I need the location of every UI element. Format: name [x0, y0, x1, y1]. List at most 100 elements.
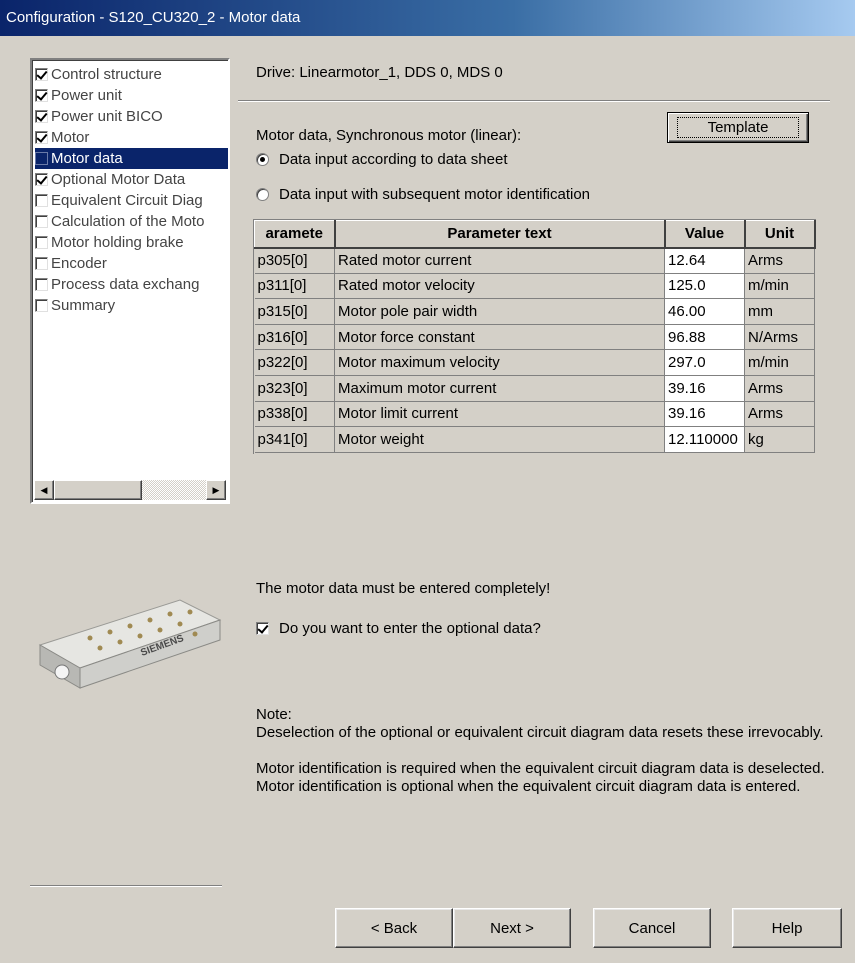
- optional-data-checkbox-row[interactable]: Do you want to enter the optional data?: [256, 620, 541, 637]
- tree-item-process-data[interactable]: Process data exchang: [35, 274, 228, 295]
- scroll-track[interactable]: [142, 480, 206, 500]
- template-button[interactable]: Template: [667, 112, 809, 143]
- tree-item-motor[interactable]: Motor: [35, 127, 228, 148]
- tree-checkbox[interactable]: [35, 68, 48, 81]
- param-text-cell: Maximum motor current: [334, 375, 665, 402]
- radio-datasheet[interactable]: Data input according to data sheet: [256, 151, 508, 168]
- unit-cell: Arms: [744, 375, 815, 402]
- radio-identification-control[interactable]: [256, 188, 269, 201]
- tree-item-label: Power unit BICO: [51, 108, 163, 125]
- note-identification: Motor identification is required when th…: [256, 760, 825, 795]
- optional-data-checkbox[interactable]: [256, 622, 269, 635]
- tree-item-power-unit-bico[interactable]: Power unit BICO: [35, 106, 228, 127]
- footer-separator: [30, 885, 222, 887]
- arrow-left-icon: ◀: [40, 484, 48, 495]
- param-text-cell: Rated motor current: [334, 247, 665, 274]
- template-button-label: Template: [676, 117, 800, 138]
- must-enter-notice: The motor data must be entered completel…: [256, 580, 551, 597]
- tree-checkbox[interactable]: [35, 215, 48, 228]
- radio-identification-label: Data input with subsequent motor identif…: [279, 186, 591, 203]
- radio-identification[interactable]: Data input with subsequent motor identif…: [256, 186, 590, 203]
- param-text-cell: Motor limit current: [334, 401, 665, 428]
- radio-datasheet-control[interactable]: [256, 153, 269, 166]
- parameter-grid: aramete Parameter text Value Unit p305[0…: [253, 219, 816, 454]
- table-row: p338[0] Motor limit current 39.16 Arms: [254, 401, 815, 428]
- tree-item-control-structure[interactable]: Control structure: [35, 64, 228, 85]
- param-cell: p323[0]: [254, 375, 335, 402]
- drive-label: Drive: Linearmotor_1, DDS 0, MDS 0: [256, 64, 503, 81]
- tree-checkbox[interactable]: [35, 194, 48, 207]
- value-cell[interactable]: 96.88: [664, 324, 745, 351]
- scroll-right-button[interactable]: ▶: [206, 480, 226, 500]
- tree-item-summary[interactable]: Summary: [35, 295, 228, 316]
- table-row: p311[0] Rated motor velocity 125.0 m/min: [254, 273, 815, 300]
- tree-item-label: Calculation of the Moto: [51, 213, 205, 230]
- table-row: p322[0] Motor maximum velocity 297.0 m/m…: [254, 349, 815, 376]
- scroll-thumb[interactable]: [54, 480, 142, 500]
- param-text-cell: Motor pole pair width: [334, 298, 665, 325]
- value-cell[interactable]: 46.00: [664, 298, 745, 325]
- param-text-cell: Motor force constant: [334, 324, 665, 351]
- table-row: p323[0] Maximum motor current 39.16 Arms: [254, 375, 815, 402]
- tree-item-label: Optional Motor Data: [51, 171, 186, 188]
- tree-item-holding-brake[interactable]: Motor holding brake: [35, 232, 228, 253]
- unit-cell: mm: [744, 298, 815, 325]
- value-cell[interactable]: 297.0: [664, 349, 745, 376]
- back-button[interactable]: < Back: [335, 908, 453, 948]
- tree-checkbox[interactable]: [35, 89, 48, 102]
- tree-checkbox[interactable]: [35, 152, 48, 165]
- note-title: Note:: [256, 706, 292, 723]
- tree-item-label: Motor holding brake: [51, 234, 184, 251]
- value-cell[interactable]: 125.0: [664, 273, 745, 300]
- column-header-value[interactable]: Value: [664, 220, 746, 249]
- tree-horizontal-scrollbar[interactable]: ◀ ▶: [34, 480, 226, 500]
- unit-cell: m/min: [744, 273, 815, 300]
- help-button[interactable]: Help: [732, 908, 842, 948]
- next-button[interactable]: Next >: [453, 908, 571, 948]
- value-cell[interactable]: 39.16: [664, 401, 745, 428]
- tree-checkbox[interactable]: [35, 257, 48, 270]
- tree-item-motor-data[interactable]: Motor data: [35, 148, 228, 169]
- param-text-cell: Motor weight: [334, 426, 665, 453]
- tree-checkbox[interactable]: [35, 173, 48, 186]
- tree-item-optional-motor-data[interactable]: Optional Motor Data: [35, 169, 228, 190]
- tree-item-label: Motor data: [51, 150, 123, 167]
- radio-datasheet-label: Data input according to data sheet: [279, 151, 508, 168]
- note-block: Note: Deselection of the optional or equ…: [256, 706, 826, 814]
- param-cell: p322[0]: [254, 349, 335, 376]
- value-cell[interactable]: 12.64: [664, 247, 745, 274]
- unit-cell: Arms: [744, 247, 815, 274]
- table-row: p341[0] Motor weight 12.110000 kg: [254, 426, 815, 453]
- tree-item-equivalent-circuit[interactable]: Equivalent Circuit Diag: [35, 190, 228, 211]
- tree-item-power-unit[interactable]: Power unit: [35, 85, 228, 106]
- table-row: p315[0] Motor pole pair width 46.00 mm: [254, 298, 815, 325]
- tree-checkbox[interactable]: [35, 278, 48, 291]
- tree-checkbox[interactable]: [35, 236, 48, 249]
- optional-data-label: Do you want to enter the optional data?: [279, 620, 541, 637]
- scroll-left-button[interactable]: ◀: [34, 480, 54, 500]
- tree-checkbox[interactable]: [35, 131, 48, 144]
- param-cell: p338[0]: [254, 401, 335, 428]
- tree-item-calculation[interactable]: Calculation of the Moto: [35, 211, 228, 232]
- param-text-cell: Rated motor velocity: [334, 273, 665, 300]
- column-header-parameter[interactable]: aramete: [254, 220, 336, 249]
- tree-checkbox[interactable]: [35, 299, 48, 312]
- column-header-unit[interactable]: Unit: [744, 220, 816, 249]
- table-row: p305[0] Rated motor current 12.64 Arms: [254, 247, 815, 274]
- parameter-table: aramete Parameter text Value Unit p305[0…: [254, 220, 816, 453]
- column-header-parameter-text[interactable]: Parameter text: [334, 220, 666, 249]
- param-text-cell: Motor maximum velocity: [334, 349, 665, 376]
- tree-checkbox[interactable]: [35, 110, 48, 123]
- param-cell: p311[0]: [254, 273, 335, 300]
- tree-item-label: Control structure: [51, 66, 162, 83]
- cancel-button[interactable]: Cancel: [593, 908, 711, 948]
- config-step-tree[interactable]: Control structure Power unit Power unit …: [30, 58, 230, 504]
- value-cell[interactable]: 12.110000: [664, 426, 745, 453]
- value-cell[interactable]: 39.16: [664, 375, 745, 402]
- table-row: p316[0] Motor force constant 96.88 N/Arm…: [254, 324, 815, 351]
- tree-item-label: Motor: [51, 129, 90, 146]
- linear-motor-image: SIEMENS: [38, 599, 222, 689]
- tree-item-encoder[interactable]: Encoder: [35, 253, 228, 274]
- header-separator: [238, 100, 830, 102]
- note-deselection: Deselection of the optional or equivalen…: [256, 724, 824, 741]
